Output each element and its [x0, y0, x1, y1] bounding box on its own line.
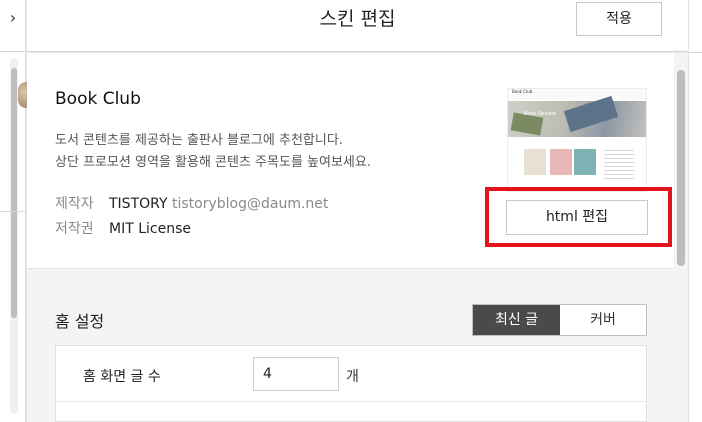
creator-label: 제작자 — [55, 196, 94, 212]
divider — [0, 51, 26, 52]
thumbnail-caption: Book Review — [524, 111, 556, 117]
chevron-right-icon[interactable]: › — [6, 8, 20, 28]
skin-info-section: Book Club 도서 콘텐츠를 제공하는 출판사 블로그에 추천합니다. 상… — [27, 53, 674, 269]
thumbnail-card — [550, 149, 572, 175]
divider — [689, 52, 702, 53]
right-edge — [688, 0, 702, 422]
main-scrollbar-thumb[interactable] — [677, 70, 685, 266]
thumbnail-card — [574, 149, 596, 175]
thumbnail-book — [563, 95, 619, 133]
post-count-label: 홈 화면 글 수 — [83, 369, 161, 385]
license-row: 저작권 MIT License — [55, 218, 191, 238]
left-panel-strip: › — [0, 0, 34, 422]
skin-description: 도서 콘텐츠를 제공하는 출판사 블로그에 추천합니다. 상단 프로모션 영역을… — [55, 130, 371, 174]
table-row: 홈 화면 글 수 4 개 — [56, 346, 646, 402]
skin-settings-panel: Book Club 도서 콘텐츠를 제공하는 출판사 블로그에 추천합니다. 상… — [27, 53, 674, 422]
thumbnail-hero: Book Review — [508, 95, 646, 137]
apply-button[interactable]: 적용 — [576, 2, 662, 36]
left-scrollbar[interactable] — [10, 58, 18, 414]
license-label: 저작권 — [55, 221, 94, 237]
post-count-unit: 개 — [346, 369, 359, 385]
home-settings-table: 홈 화면 글 수 4 개 — [55, 345, 647, 422]
header: 스킨 편집 적용 — [27, 0, 688, 52]
main-scrollbar[interactable] — [674, 53, 688, 422]
thumbnail-text-lines — [604, 147, 634, 181]
description-line: 도서 콘텐츠를 제공하는 출판사 블로그에 추천합니다. — [55, 133, 343, 148]
home-settings-title: 홈 설정 — [55, 312, 105, 331]
creator-name: TISTORY — [109, 196, 168, 212]
skin-thumbnail: Book Club Book Review — [507, 88, 647, 192]
creator-email: tistoryblog@daum.net — [171, 196, 329, 212]
divider — [0, 211, 26, 212]
skin-name: Book Club — [55, 89, 141, 109]
thumbnail-brand: Book Club — [512, 89, 533, 94]
tab-latest-posts[interactable]: 최신 글 — [473, 305, 560, 335]
thumbnail-card — [524, 149, 546, 175]
description-line: 상단 프로모션 영역을 활용해 콘텐츠 주목도를 높여보세요. — [55, 155, 371, 170]
license-value: MIT License — [109, 221, 191, 237]
left-scrollbar-thumb[interactable] — [11, 68, 17, 318]
post-count-input[interactable]: 4 — [253, 357, 339, 391]
highlight-box — [485, 187, 672, 247]
tab-cover[interactable]: 커버 — [560, 305, 646, 335]
home-type-toggle: 최신 글 커버 — [472, 304, 647, 336]
creator-row: 제작자 TISTORY tistoryblog@daum.net — [55, 193, 328, 213]
